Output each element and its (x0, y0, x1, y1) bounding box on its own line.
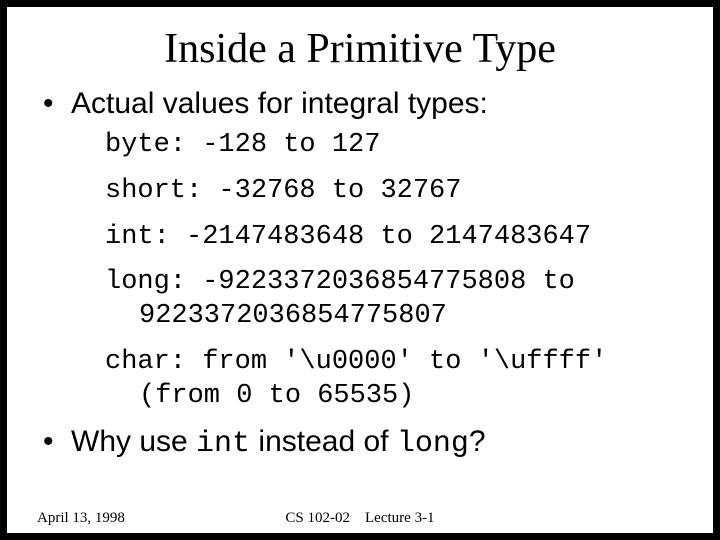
range-int: int: -2147483648 to 2147483647 (71, 221, 677, 255)
range-byte: byte: -128 to 127 (71, 129, 677, 163)
why-post: ? (469, 425, 486, 458)
range-short: short: -32768 to 32767 (71, 175, 677, 209)
sub-list-ranges: byte: -128 to 127 short: -32768 to 32767… (71, 129, 677, 413)
footer-center: CS 102-02 Lecture 3-1 (7, 510, 713, 527)
footer-course: CS 102-02 (285, 510, 350, 526)
why-long: long (397, 427, 469, 461)
footer-lecture: Lecture 3-1 (365, 510, 435, 526)
range-long-line2: 9223372036854775807 (105, 300, 677, 334)
range-long-line1: long: -9223372036854775808 to (105, 267, 575, 297)
bullet-list: Actual values for integral types: byte: … (43, 87, 677, 461)
range-long: long: -9223372036854775808 to 9223372036… (71, 266, 677, 334)
range-char-line2: (from 0 to 65535) (105, 380, 677, 414)
bullet-text: Actual values for integral types: (71, 87, 488, 120)
why-mid: instead of (250, 425, 397, 458)
why-int: int (196, 427, 250, 461)
range-char-line1: char: from '\u0000' to '\uffff' (105, 347, 607, 377)
slide-title: Inside a Primitive Type (43, 25, 677, 73)
why-pre: Why use (71, 425, 196, 458)
slide-frame: Inside a Primitive Type Actual values fo… (0, 0, 720, 540)
bullet-actual-values: Actual values for integral types: byte: … (43, 87, 677, 413)
bullet-why-int: Why use int instead of long? (43, 425, 677, 461)
range-char: char: from '\u0000' to '\uffff' (from 0 … (71, 346, 677, 414)
